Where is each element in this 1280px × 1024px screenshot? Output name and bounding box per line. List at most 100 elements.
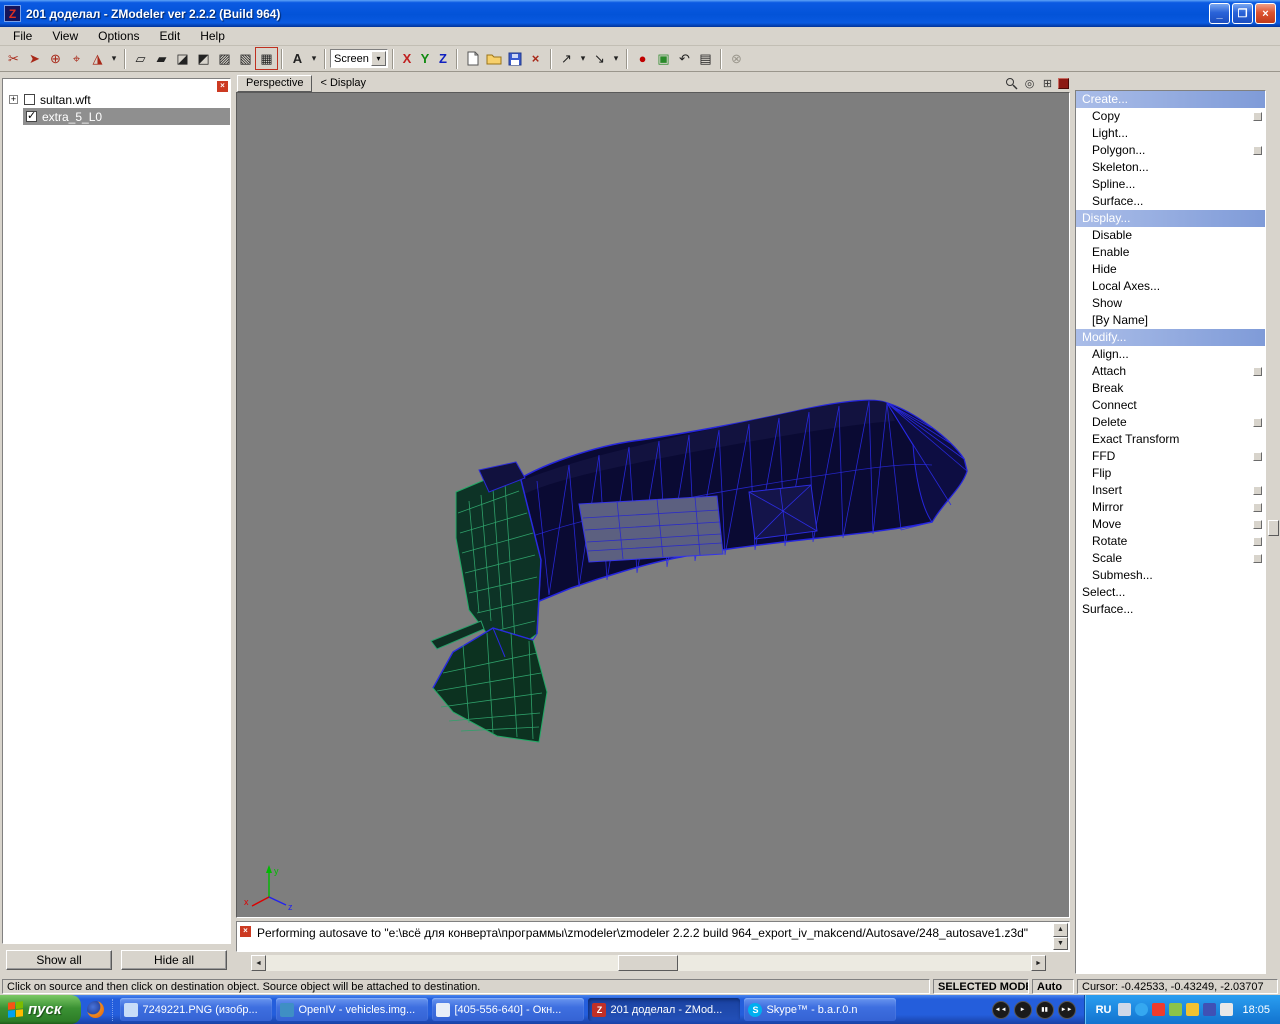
panel-close-icon[interactable]: × bbox=[217, 81, 228, 92]
pan-icon[interactable]: ◎ bbox=[1022, 76, 1037, 91]
pick-tool-icon[interactable]: ➤ bbox=[24, 48, 45, 69]
command-panel-scroll-thumb[interactable] bbox=[1268, 520, 1279, 536]
cmd-hide[interactable]: Hide bbox=[1076, 261, 1265, 278]
menu-help[interactable]: Help bbox=[191, 28, 234, 44]
title-bar[interactable]: Z 201 доделал - ZModeler ver 2.2.2 (Buil… bbox=[0, 0, 1280, 27]
sultan-wft-checkbox[interactable] bbox=[24, 94, 35, 105]
import-dropdown-icon[interactable]: ▾ bbox=[610, 48, 622, 69]
tray-icon-3[interactable] bbox=[1152, 1003, 1166, 1016]
faces-mode-icon[interactable]: ◪ bbox=[172, 48, 193, 69]
axis-z-button[interactable]: Z bbox=[434, 49, 452, 69]
text-tool-icon[interactable]: A bbox=[287, 48, 308, 69]
firefox-icon[interactable] bbox=[87, 1001, 105, 1018]
expander-icon[interactable]: + bbox=[9, 95, 18, 104]
tray-icon-4[interactable] bbox=[1169, 1003, 1183, 1016]
horizontal-scrollbar[interactable]: ◄ ► bbox=[251, 955, 1046, 971]
tree-item-sultan-wft[interactable]: + sultan.wft bbox=[3, 91, 230, 108]
cmd-header-modify[interactable]: Modify... bbox=[1076, 329, 1265, 346]
cmd-header-select[interactable]: Select... bbox=[1076, 584, 1265, 601]
task-openiv[interactable]: OpenIV - vehicles.img... bbox=[276, 998, 429, 1021]
tools-dropdown-icon[interactable]: ▾ bbox=[108, 48, 120, 69]
surfaces-mode-icon[interactable]: ▨ bbox=[214, 48, 235, 69]
polygons-mode-icon[interactable]: ◩ bbox=[193, 48, 214, 69]
extra-5-l0-checkbox[interactable] bbox=[26, 109, 37, 122]
target-tool-icon[interactable]: ⌖ bbox=[66, 48, 87, 69]
close-button[interactable]: × bbox=[1255, 3, 1276, 24]
text-tool-dropdown-icon[interactable]: ▾ bbox=[308, 48, 320, 69]
scroll-left-icon[interactable]: ◄ bbox=[251, 955, 266, 971]
tray-icon-1[interactable] bbox=[1118, 1003, 1132, 1016]
tray-icon-2[interactable] bbox=[1135, 1003, 1149, 1016]
cmd-ffd-expand-box[interactable] bbox=[1253, 452, 1262, 461]
export-dropdown-icon[interactable]: ▾ bbox=[577, 48, 589, 69]
prism-tool-icon[interactable]: ◮ bbox=[87, 48, 108, 69]
3d-viewport[interactable]: y x z bbox=[236, 92, 1070, 918]
cmd-delete-expand-box[interactable] bbox=[1253, 418, 1262, 427]
cmd-attach-expand-box[interactable] bbox=[1253, 367, 1262, 376]
scrollbar-thumb[interactable] bbox=[617, 955, 678, 971]
cmd-header-display[interactable]: Display... bbox=[1076, 210, 1265, 227]
notes-icon[interactable]: ▤ bbox=[695, 48, 716, 69]
minimize-button[interactable]: _ bbox=[1209, 3, 1230, 24]
cmd-header-create[interactable]: Create... bbox=[1076, 91, 1265, 108]
log-scroll-down-icon[interactable]: ▼ bbox=[1053, 936, 1068, 950]
cmd-copy[interactable]: Copy bbox=[1076, 108, 1265, 125]
zoom-icon[interactable] bbox=[1004, 76, 1019, 91]
cmd-mirror-expand-box[interactable] bbox=[1253, 503, 1262, 512]
save-file-icon[interactable] bbox=[504, 48, 525, 69]
record-icon[interactable]: ● bbox=[632, 48, 653, 69]
cmd-break[interactable]: Break bbox=[1076, 380, 1265, 397]
cmd-rotate[interactable]: Rotate bbox=[1076, 533, 1265, 550]
cmd-insert[interactable]: Insert bbox=[1076, 482, 1265, 499]
viewport-maximize-icon[interactable] bbox=[1058, 77, 1069, 89]
log-close-icon[interactable]: × bbox=[240, 926, 251, 937]
display-breadcrumb[interactable]: < Display bbox=[320, 77, 366, 89]
undo-icon[interactable]: ↶ bbox=[674, 48, 695, 69]
tray-icon-6[interactable] bbox=[1203, 1003, 1217, 1016]
cmd-ffd[interactable]: FFD bbox=[1076, 448, 1265, 465]
cmd-connect[interactable]: Connect bbox=[1076, 397, 1265, 414]
cmd-align[interactable]: Align... bbox=[1076, 346, 1265, 363]
cmd-spline[interactable]: Spline... bbox=[1076, 176, 1265, 193]
export-icon[interactable]: ↗ bbox=[556, 48, 577, 69]
3d-model[interactable] bbox=[237, 93, 1070, 918]
cmd-polygon-expand-box[interactable] bbox=[1253, 146, 1262, 155]
cmd-flip[interactable]: Flip bbox=[1076, 465, 1265, 482]
cmd-submesh[interactable]: Submesh... bbox=[1076, 567, 1265, 584]
combo-dropdown-icon[interactable]: ▾ bbox=[371, 51, 386, 66]
cut-tool-icon[interactable]: ✂ bbox=[3, 48, 24, 69]
menu-file[interactable]: File bbox=[4, 28, 41, 44]
cmd-delete[interactable]: Delete bbox=[1076, 414, 1265, 431]
cmd-scale-expand-box[interactable] bbox=[1253, 554, 1262, 563]
cmd-local-axes[interactable]: Local Axes... bbox=[1076, 278, 1265, 295]
cmd-attach[interactable]: Attach bbox=[1076, 363, 1265, 380]
scroll-right-icon[interactable]: ► bbox=[1031, 955, 1046, 971]
show-all-button[interactable]: Show all bbox=[6, 950, 112, 970]
cmd-show[interactable]: Show bbox=[1076, 295, 1265, 312]
task-image-viewer[interactable]: 7249221.PNG (изобр... bbox=[120, 998, 273, 1021]
cmd-move[interactable]: Move bbox=[1076, 516, 1265, 533]
tray-icon-7[interactable] bbox=[1220, 1003, 1234, 1016]
screen-select[interactable]: Screen ▾ bbox=[330, 49, 388, 68]
cmd-polygon[interactable]: Polygon... bbox=[1076, 142, 1265, 159]
log-scroll-up-icon[interactable]: ▲ bbox=[1053, 923, 1068, 937]
scrollbar-track[interactable] bbox=[266, 955, 1031, 971]
menu-edit[interactable]: Edit bbox=[151, 28, 190, 44]
add-tool-icon[interactable]: ⊕ bbox=[45, 48, 66, 69]
media-play-icon[interactable]: ► bbox=[1013, 1000, 1032, 1019]
task-window-405[interactable]: [405-556-640] - Окн... bbox=[432, 998, 585, 1021]
cmd-exact-transform[interactable]: Exact Transform bbox=[1076, 431, 1265, 448]
cmd-copy-expand-box[interactable] bbox=[1253, 112, 1262, 121]
objects-mode-icon[interactable]: ▦ bbox=[255, 47, 278, 70]
media-pause-icon[interactable]: ▮▮ bbox=[1035, 1000, 1054, 1019]
task-zmodeler[interactable]: Z 201 доделал - ZMod... bbox=[588, 998, 741, 1021]
open-file-icon[interactable] bbox=[483, 48, 504, 69]
axis-x-button[interactable]: X bbox=[398, 49, 416, 69]
cmd-skeleton[interactable]: Skeleton... bbox=[1076, 159, 1265, 176]
perspective-view-button[interactable]: Perspective bbox=[237, 74, 313, 92]
menu-options[interactable]: Options bbox=[89, 28, 148, 44]
cmd-disable[interactable]: Disable bbox=[1076, 227, 1265, 244]
start-button[interactable]: пуск bbox=[0, 995, 82, 1024]
delete-icon[interactable]: × bbox=[525, 48, 546, 69]
maximize-button[interactable]: ❐ bbox=[1232, 3, 1253, 24]
